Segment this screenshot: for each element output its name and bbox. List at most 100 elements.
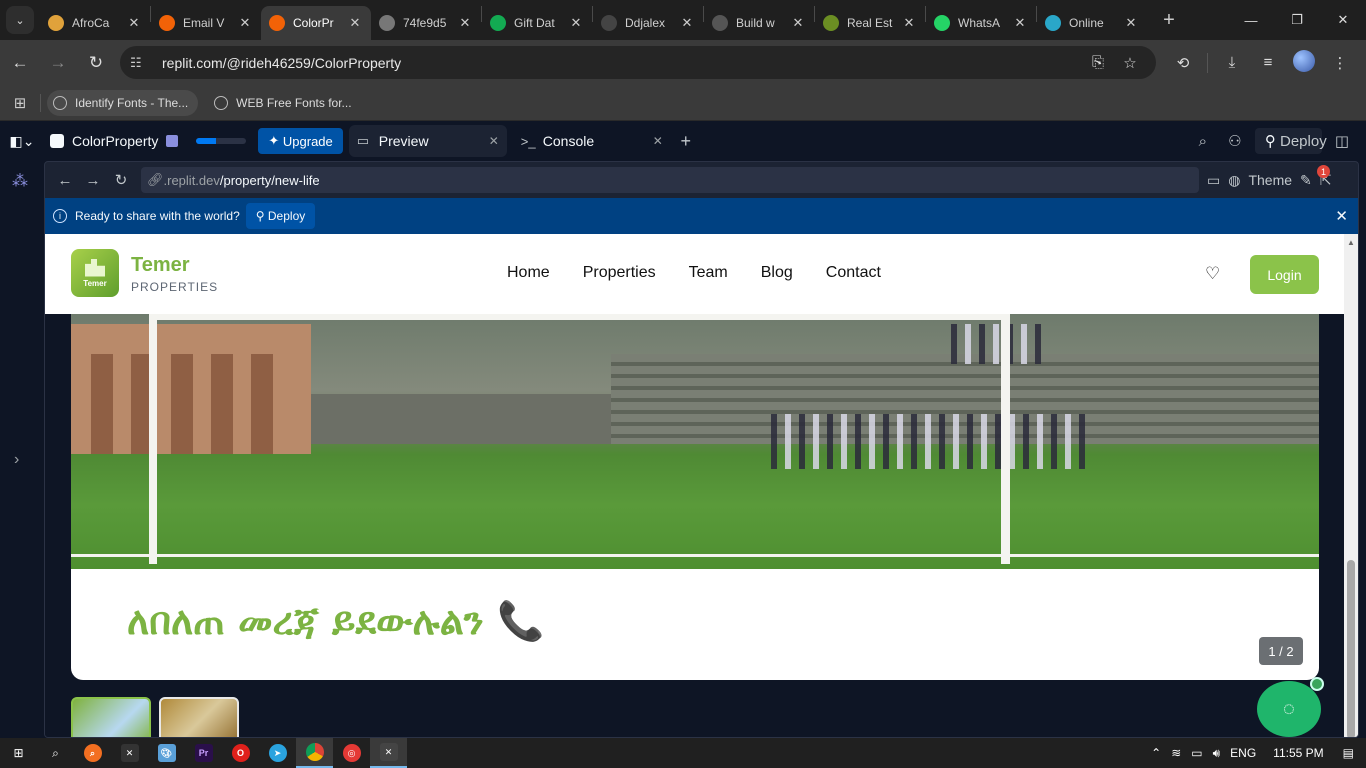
sidebar-toggle-icon[interactable]: ◫ xyxy=(1326,132,1358,150)
downloads-icon[interactable]: ⤓ xyxy=(1214,54,1250,71)
wifi-icon[interactable]: ≋ xyxy=(1171,746,1181,760)
profile-avatar[interactable] xyxy=(1286,49,1322,76)
nav-team[interactable]: Team xyxy=(689,264,728,282)
media-control-icon[interactable]: ≡ xyxy=(1250,54,1286,71)
app-capcut-active-icon[interactable]: ✕ xyxy=(370,738,407,768)
history-icon[interactable]: ⟲ xyxy=(1165,54,1201,72)
close-tab-icon[interactable]: ✕ xyxy=(457,15,473,31)
close-banner-icon[interactable]: ✕ xyxy=(1335,207,1348,225)
nav-properties[interactable]: Properties xyxy=(583,264,656,282)
install-app-icon[interactable]: ⎘ xyxy=(1082,54,1114,71)
scroll-up-icon[interactable]: ▲ xyxy=(1347,238,1355,247)
site-settings-icon[interactable]: ☷ xyxy=(130,55,154,71)
upgrade-button[interactable]: ✦ Upgrade xyxy=(258,128,343,154)
repl-icon xyxy=(50,134,64,148)
close-tab-icon[interactable]: ✕ xyxy=(126,15,142,31)
browser-tab[interactable]: WhatsA ✕ xyxy=(926,6,1036,40)
reload-button[interactable]: ↻ xyxy=(78,45,114,81)
bookmark-identify-fonts[interactable]: Identify Fonts - The... xyxy=(47,89,199,116)
language-indicator[interactable]: ENG xyxy=(1230,746,1256,760)
volume-icon[interactable]: 🔊︎ xyxy=(1213,746,1221,761)
close-tab-icon[interactable]: ✕ xyxy=(901,15,917,31)
invite-user-icon[interactable]: ⚇ xyxy=(1219,132,1251,150)
browser-tab[interactable]: ColorPr ✕ xyxy=(261,6,371,40)
address-url[interactable]: replit.com/@rideh46259/ColorProperty xyxy=(162,55,1082,71)
thumbnail-2[interactable] xyxy=(159,697,239,737)
close-tab-icon[interactable]: ✕ xyxy=(679,15,695,31)
devtools-icon[interactable]: ✎ xyxy=(1300,172,1312,189)
bookmark-star-icon[interactable]: ☆ xyxy=(1114,54,1146,72)
nav-contact[interactable]: Contact xyxy=(826,264,881,282)
close-tab-icon[interactable]: ✕ xyxy=(489,134,499,148)
tab-console[interactable]: >_ Console ✕ xyxy=(513,125,671,157)
palette-icon[interactable]: ◍ xyxy=(1228,172,1240,189)
new-tab-button[interactable]: + xyxy=(1153,4,1185,36)
browser-tab[interactable]: AfroCa ✕ xyxy=(40,6,150,40)
replit-menu-icon[interactable]: ◧⌄ xyxy=(0,133,44,150)
close-tab-icon[interactable]: ✕ xyxy=(1012,15,1028,31)
bookmark-web-free-fonts[interactable]: WEB Free Fonts for... xyxy=(208,90,361,116)
app-chrome-icon[interactable] xyxy=(296,738,333,768)
search-icon[interactable]: ⌕ xyxy=(1187,133,1219,150)
chrome-menu-icon[interactable]: ⋮ xyxy=(1322,54,1358,72)
thumbnail-1[interactable] xyxy=(71,697,151,737)
forward-button[interactable]: → xyxy=(40,45,76,81)
browser-tab[interactable]: Real Est ✕ xyxy=(815,6,925,40)
deploy-button[interactable]: ⚲ Deploy xyxy=(1254,128,1327,154)
app-telegram-icon[interactable]: ➤ xyxy=(259,738,296,768)
scrollbar-thumb[interactable] xyxy=(1347,560,1355,737)
add-tab-button[interactable]: + xyxy=(671,131,701,152)
login-button[interactable]: Login xyxy=(1250,255,1319,294)
preview-back-button[interactable]: ← xyxy=(51,172,79,189)
browser-tab[interactable]: Email V ✕ xyxy=(151,6,261,40)
repl-name-button[interactable]: ColorProperty xyxy=(44,127,184,155)
app-target-icon[interactable]: ◎ xyxy=(333,738,370,768)
close-tab-icon[interactable]: ✕ xyxy=(653,134,663,148)
agent-icon[interactable]: ⁂ xyxy=(12,171,28,191)
app-premiere-icon[interactable]: Pr xyxy=(185,738,222,768)
preview-forward-button[interactable]: → xyxy=(79,172,107,189)
favorites-heart-icon[interactable]: ♡ xyxy=(1205,264,1220,284)
temer-logo[interactable]: Temer xyxy=(71,249,119,297)
browser-tab[interactable]: 74fe9d5 ✕ xyxy=(371,6,481,40)
brand-name[interactable]: Temer xyxy=(131,254,190,277)
nav-home[interactable]: Home xyxy=(507,264,550,282)
app-paint-icon[interactable]: 🎨︎ xyxy=(148,738,185,768)
nav-blog[interactable]: Blog xyxy=(761,264,793,282)
tab-preview[interactable]: ▭ Preview ✕ xyxy=(348,125,507,157)
battery-icon[interactable]: ▭ xyxy=(1191,746,1202,760)
tray-overflow-icon[interactable]: ⌃ xyxy=(1151,746,1161,760)
address-bar[interactable]: ☷ replit.com/@rideh46259/ColorProperty ⎘… xyxy=(120,46,1156,79)
close-window-button[interactable]: ✕ xyxy=(1320,0,1366,40)
preview-scrollbar[interactable]: ▲ xyxy=(1344,234,1358,737)
app-opera-icon[interactable]: O xyxy=(222,738,259,768)
close-tab-icon[interactable]: ✕ xyxy=(1123,15,1139,31)
windows-start-icon[interactable]: ⊞ xyxy=(0,738,37,768)
expand-panel-icon[interactable]: › xyxy=(14,451,19,469)
close-tab-icon[interactable]: ✕ xyxy=(347,15,363,31)
apps-grid-icon[interactable]: ⊞ xyxy=(0,94,40,112)
restore-button[interactable]: ❐ xyxy=(1274,0,1320,40)
property-photo[interactable] xyxy=(71,314,1319,569)
preview-reload-button[interactable]: ↻ xyxy=(107,171,135,189)
browser-tab[interactable]: Gift Dat ✕ xyxy=(482,6,592,40)
tab-search-button[interactable]: ⌄ xyxy=(0,0,40,40)
close-tab-icon[interactable]: ✕ xyxy=(237,15,253,31)
app-search-orange-icon[interactable]: ⌕ xyxy=(74,738,111,768)
browser-tab[interactable]: Online ✕ xyxy=(1037,6,1147,40)
minimize-button[interactable]: ― xyxy=(1228,0,1274,40)
back-button[interactable]: ← xyxy=(2,45,38,81)
clock[interactable]: 11:55 PM xyxy=(1273,746,1323,760)
preview-url-field[interactable]: 🔗︎ .replit.dev/property/new-life xyxy=(141,167,1199,193)
close-tab-icon[interactable]: ✕ xyxy=(790,15,806,31)
theme-label[interactable]: Theme xyxy=(1248,172,1292,188)
banner-deploy-button[interactable]: ⚲ Deploy xyxy=(245,203,316,229)
chat-button[interactable]: ◌ xyxy=(1257,681,1321,737)
devices-icon[interactable]: ▭ xyxy=(1207,172,1220,189)
browser-tab[interactable]: Build w ✕ xyxy=(704,6,814,40)
close-tab-icon[interactable]: ✕ xyxy=(568,15,584,31)
notifications-icon[interactable]: ▤ xyxy=(1343,746,1354,760)
search-icon[interactable]: ⌕ xyxy=(37,738,74,768)
app-capcut-icon[interactable]: ✕ xyxy=(111,738,148,768)
browser-tab[interactable]: Ddjalex ✕ xyxy=(593,6,703,40)
